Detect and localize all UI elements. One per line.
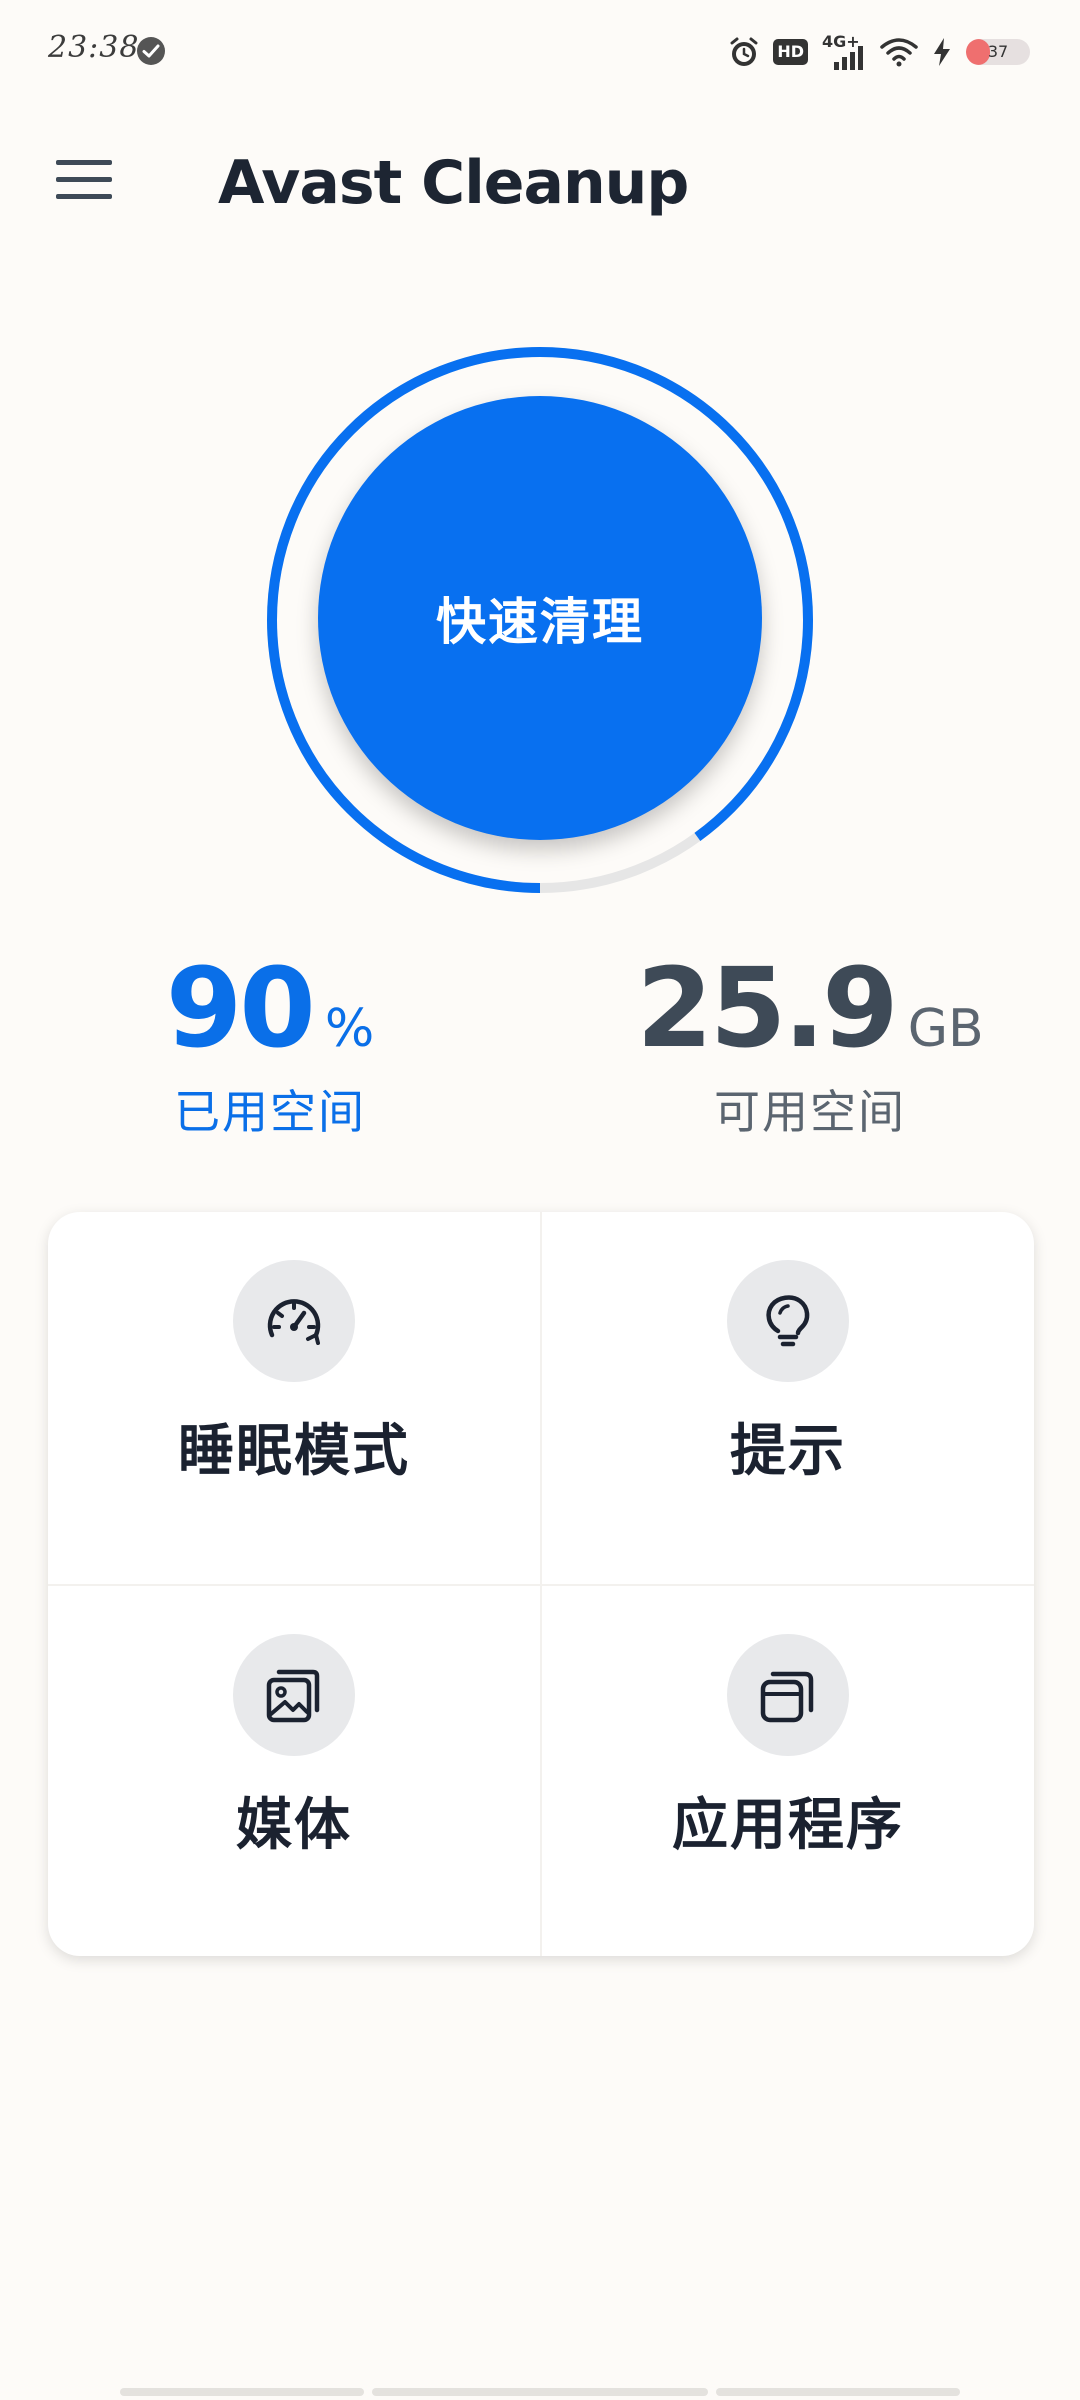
lightbulb-icon: [766, 1295, 810, 1347]
feature-tile-media[interactable]: 媒体: [48, 1586, 540, 1956]
signal-bars-icon: [834, 46, 863, 70]
signal-strength: 4G+: [822, 32, 866, 72]
feature-icon-circle: [727, 1634, 849, 1756]
used-space-value: 90: [165, 944, 316, 1072]
wifi-icon: [880, 38, 918, 67]
app-screen: 23:38 HD 4G+ 37 Avast Cleanup 快速清理 90 % …: [0, 0, 1080, 2400]
hd-badge: HD: [773, 39, 808, 65]
nav-gesture-bar-left: [120, 2388, 364, 2396]
feature-label: 提示: [730, 1419, 846, 1484]
speedometer-icon: [267, 1299, 321, 1345]
app-title: Avast Cleanup: [218, 148, 689, 218]
quick-clean-button[interactable]: 快速清理: [318, 396, 762, 840]
check-circle-icon: [137, 37, 165, 65]
free-space-value: 25.9: [636, 944, 898, 1072]
menu-button[interactable]: [48, 150, 120, 210]
feature-grid-card: 睡眠模式 提示 媒体 应用程序: [48, 1212, 1034, 1956]
feature-label: 媒体: [236, 1793, 352, 1858]
status-time: 23:38: [48, 30, 140, 65]
free-space-label: 可用空间: [714, 1085, 906, 1139]
free-space-unit: GB: [907, 999, 984, 1059]
hamburger-menu-icon: [56, 160, 112, 199]
feature-icon-circle: [727, 1260, 849, 1382]
feature-label: 睡眠模式: [178, 1419, 410, 1484]
free-space-stat: 25.9 GB 可用空间: [610, 950, 1010, 1142]
feature-icon-circle: [233, 1260, 355, 1382]
feature-label: 应用程序: [672, 1793, 904, 1858]
battery-indicator: 37: [966, 39, 1030, 65]
quick-clean-label: 快速清理: [436, 593, 644, 651]
used-space-label: 已用空间: [174, 1085, 366, 1139]
used-space-unit: %: [324, 999, 375, 1059]
used-space-stat: 90 % 已用空间: [70, 950, 470, 1142]
feature-tile-apps[interactable]: 应用程序: [542, 1586, 1034, 1956]
nav-gesture-bar-right: [716, 2388, 960, 2396]
apps-stack-icon: [760, 1671, 814, 1723]
charging-bolt-icon: [934, 38, 950, 66]
feature-icon-circle: [233, 1634, 355, 1756]
nav-gesture-bar-center: [372, 2388, 708, 2396]
alarm-icon: [730, 37, 758, 66]
feature-tile-tips[interactable]: 提示: [542, 1212, 1034, 1584]
feature-tile-sleep-mode[interactable]: 睡眠模式: [48, 1212, 540, 1584]
status-icons: HD 4G+ 37: [729, 32, 1030, 72]
battery-level: 37: [987, 42, 1009, 61]
status-bar: 23:38 HD 4G+ 37: [0, 0, 1080, 100]
media-gallery-icon: [266, 1669, 320, 1723]
